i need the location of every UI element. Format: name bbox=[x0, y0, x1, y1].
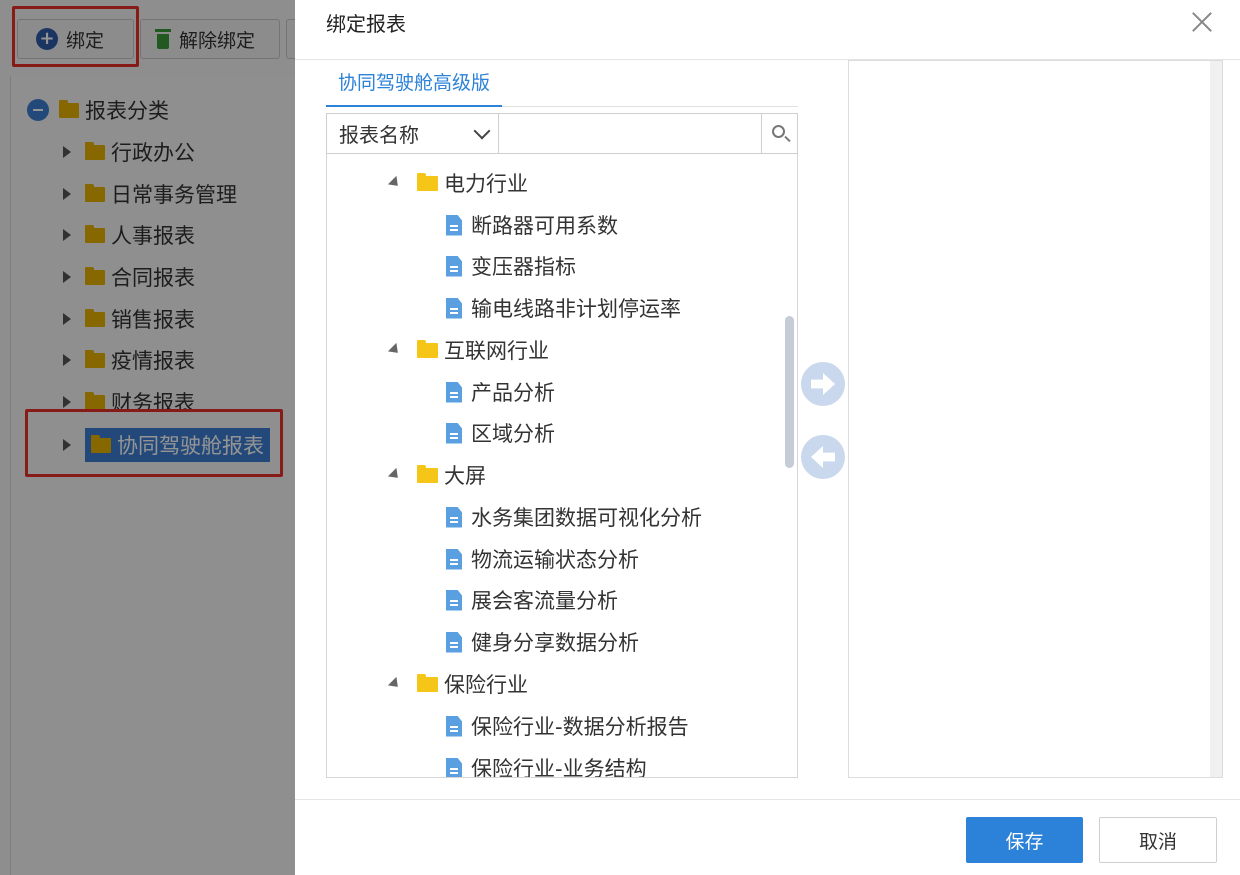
save-button[interactable]: 保存 bbox=[966, 817, 1083, 863]
report-item-label: 区域分析 bbox=[471, 422, 555, 446]
report-folder[interactable]: 保险行业 bbox=[387, 667, 528, 701]
tab-cockpit-advanced[interactable]: 协同驾驶舱高级版 bbox=[326, 62, 503, 107]
report-item-label: 输电线路非计划停运率 bbox=[471, 297, 681, 321]
report-item-label: 展会客流量分析 bbox=[471, 589, 618, 613]
report-folder-label: 电力行业 bbox=[444, 172, 528, 196]
report-item[interactable]: 输电线路非计划停运率 bbox=[446, 291, 681, 325]
search-icon bbox=[772, 125, 785, 138]
report-item[interactable]: 产品分析 bbox=[446, 375, 555, 409]
collapse-arrow-icon[interactable] bbox=[387, 175, 403, 191]
report-item[interactable]: 物流运输状态分析 bbox=[446, 542, 639, 576]
cancel-button[interactable]: 取消 bbox=[1099, 817, 1217, 863]
report-item-label: 保险行业-数据分析报告 bbox=[471, 715, 689, 739]
move-left-button[interactable] bbox=[801, 435, 845, 479]
document-icon bbox=[446, 422, 462, 444]
folder-icon bbox=[417, 172, 438, 191]
report-folder[interactable]: 电力行业 bbox=[387, 166, 528, 200]
report-item[interactable]: 变压器指标 bbox=[446, 249, 576, 283]
collapse-arrow-icon[interactable] bbox=[387, 342, 403, 358]
report-item[interactable]: 展会客流量分析 bbox=[446, 583, 618, 617]
chevron-down-icon bbox=[473, 122, 491, 139]
folder-icon bbox=[417, 339, 438, 358]
report-tree-panel: 电力行业 断路器可用系数 变压器指标 输电线路非计划停运率 互联网行业 产品分析… bbox=[326, 154, 798, 778]
search-button[interactable] bbox=[761, 114, 797, 153]
tree-scrollbar-thumb[interactable] bbox=[785, 316, 794, 468]
document-icon bbox=[446, 631, 462, 653]
document-icon bbox=[446, 589, 462, 611]
report-item-label: 保险行业-业务结构 bbox=[471, 757, 647, 778]
modal-overlay[interactable] bbox=[0, 0, 295, 875]
selected-panel-scrollbar[interactable] bbox=[1210, 61, 1222, 777]
report-folder[interactable]: 大屏 bbox=[387, 458, 486, 492]
document-icon bbox=[446, 214, 462, 236]
report-folder-label: 互联网行业 bbox=[444, 339, 549, 363]
collapse-arrow-icon[interactable] bbox=[387, 467, 403, 483]
document-icon bbox=[446, 757, 462, 777]
report-item[interactable]: 断路器可用系数 bbox=[446, 208, 618, 242]
tab-bar: 协同驾驶舱高级版 bbox=[326, 62, 798, 107]
folder-icon bbox=[417, 673, 438, 692]
arrow-right-icon bbox=[811, 373, 835, 395]
report-item-label: 物流运输状态分析 bbox=[471, 548, 639, 572]
report-item[interactable]: 保险行业-数据分析报告 bbox=[446, 709, 689, 743]
document-icon bbox=[446, 297, 462, 319]
document-icon bbox=[446, 715, 462, 737]
report-folder[interactable]: 互联网行业 bbox=[387, 333, 549, 367]
close-icon[interactable] bbox=[1191, 11, 1213, 33]
report-item[interactable]: 健身分享数据分析 bbox=[446, 625, 639, 659]
document-icon bbox=[446, 506, 462, 528]
collapse-arrow-icon[interactable] bbox=[387, 676, 403, 692]
document-icon bbox=[446, 255, 462, 277]
report-item[interactable]: 区域分析 bbox=[446, 416, 555, 450]
folder-icon bbox=[417, 464, 438, 483]
report-item[interactable]: 保险行业-业务结构 bbox=[446, 751, 647, 778]
dialog-title: 绑定报表 bbox=[326, 12, 406, 36]
report-folder-label: 大屏 bbox=[444, 464, 486, 488]
document-icon bbox=[446, 548, 462, 570]
report-item-label: 产品分析 bbox=[471, 381, 555, 405]
move-right-button[interactable] bbox=[801, 362, 845, 406]
search-field-select[interactable]: 报表名称 bbox=[327, 114, 499, 153]
bind-report-dialog: 绑定报表 协同驾驶舱高级版 报表名称 电力行业 断路器可用系数 变压器指标 输电… bbox=[295, 0, 1240, 875]
report-item-label: 健身分享数据分析 bbox=[471, 631, 639, 655]
report-folder-label: 保险行业 bbox=[444, 673, 528, 697]
dialog-header: 绑定报表 bbox=[295, 0, 1240, 60]
search-input[interactable] bbox=[499, 114, 761, 153]
report-item[interactable]: 水务集团数据可视化分析 bbox=[446, 500, 702, 534]
report-item-label: 变压器指标 bbox=[471, 255, 576, 279]
report-item-label: 断路器可用系数 bbox=[471, 214, 618, 238]
report-item-label: 水务集团数据可视化分析 bbox=[471, 506, 702, 530]
document-icon bbox=[446, 381, 462, 403]
arrow-left-icon bbox=[811, 446, 835, 468]
search-row: 报表名称 bbox=[326, 113, 798, 154]
dialog-footer: 保存 取消 bbox=[295, 799, 1240, 875]
selected-reports-panel bbox=[848, 60, 1223, 778]
search-field-label: 报表名称 bbox=[339, 123, 419, 147]
